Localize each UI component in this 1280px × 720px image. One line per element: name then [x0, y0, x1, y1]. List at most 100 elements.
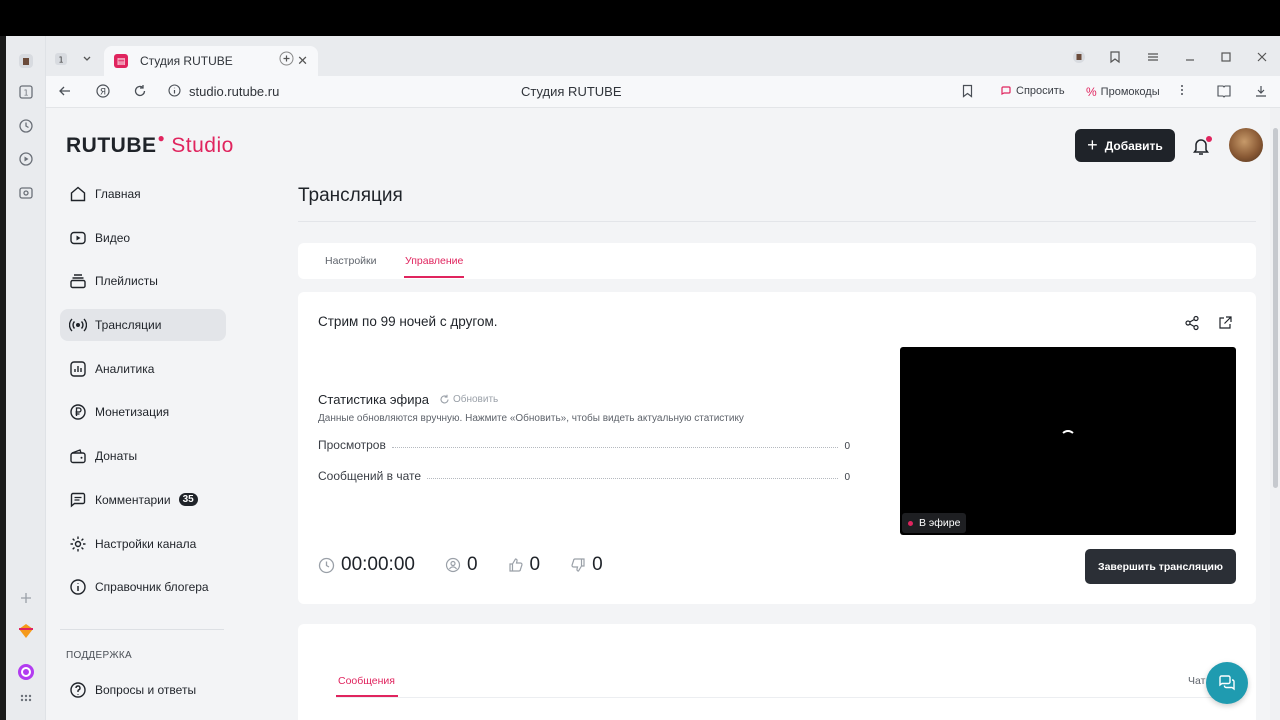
dislikes-value: 0 [592, 554, 603, 575]
svg-text:Я: Я [100, 88, 106, 98]
page-title-center: Студия RUTUBE [521, 84, 622, 99]
likes-counter: 0 [508, 554, 541, 576]
sidebar-item-donations[interactable]: Донаты [60, 440, 226, 472]
window-close-icon[interactable] [1255, 50, 1269, 67]
more-dots-icon[interactable] [17, 689, 35, 707]
tab-title: Студия RUTUBE [140, 54, 233, 68]
refresh-label: Обновить [452, 394, 499, 405]
likes-value: 0 [529, 554, 541, 575]
plus-icon: + [1087, 135, 1098, 155]
percent-icon: % [1086, 85, 1097, 99]
back-arrow-icon[interactable] [58, 84, 72, 101]
promo-button[interactable]: % Промокоды [1086, 85, 1160, 99]
add-panel-icon[interactable] [17, 589, 35, 607]
rutube-studio-logo[interactable]: RUTUBE ● Studio [66, 131, 234, 158]
sidebar-item-label: Настройки канала [95, 536, 197, 551]
browser-tab-row: 1 ▤ Студия RUTUBE ✕ [46, 36, 1280, 76]
help-chat-button[interactable] [1206, 662, 1248, 704]
app-orange-icon[interactable] [17, 622, 35, 640]
notifications-bell-icon[interactable] [1192, 136, 1212, 156]
download-icon[interactable] [1254, 84, 1268, 101]
support-heading: ПОДДЕРЖКА [66, 650, 132, 661]
ruble-icon [68, 402, 88, 422]
refresh-stats-button[interactable]: Обновить [439, 394, 498, 405]
promo-label: Промокоды [1100, 86, 1160, 98]
sidebar-item-label: Плейлисты [95, 274, 158, 289]
live-badge: В эфире [902, 513, 967, 533]
clock-icon [318, 557, 335, 573]
add-button[interactable]: + Добавить [1075, 129, 1175, 162]
faq-section: Вопросы и ответы [60, 674, 226, 718]
sidebar-item-analytics[interactable]: Аналитика [60, 353, 226, 385]
tab-counter-button[interactable]: 1 [54, 52, 68, 69]
scrollbar-thumb[interactable] [1273, 128, 1278, 488]
wallet-icon [68, 446, 88, 466]
history-icon[interactable] [17, 117, 35, 135]
sidebar-item-monetization[interactable]: Монетизация [60, 396, 226, 428]
ask-button[interactable]: Спросить [1000, 85, 1065, 97]
stats-hint: Данные обновляются вручную. Нажмите «Обн… [318, 413, 744, 424]
refresh-icon [440, 394, 449, 404]
video-icon [68, 228, 88, 248]
logo-dot-icon: ● [157, 131, 166, 145]
sidebar-item-label: Монетизация [95, 405, 170, 420]
tab-messages[interactable]: Сообщения [338, 675, 395, 687]
end-broadcast-button[interactable]: Завершить трансляцию [1085, 549, 1236, 584]
page-scrollbar[interactable] [1270, 108, 1280, 720]
url-text[interactable]: studio.rutube.ru [189, 84, 279, 99]
video-player-icon[interactable] [17, 150, 35, 168]
tab-chat[interactable]: Чат [1188, 675, 1205, 687]
reading-mode-icon[interactable] [1216, 84, 1232, 101]
close-tab-icon[interactable]: ✕ [297, 53, 308, 69]
logo-studio: Studio [171, 134, 234, 157]
duration-counter: 00:00:00 [318, 554, 415, 576]
stat-row-views: Просмотров 0 [318, 438, 850, 452]
sidebar-item-blogger-guide[interactable]: Справочник блогера [60, 571, 226, 603]
sidebar-item-faq[interactable]: Вопросы и ответы [60, 674, 226, 706]
menu-icon[interactable] [1146, 50, 1160, 67]
title-divider [298, 221, 1256, 222]
tab-settings[interactable]: Настройки [325, 255, 377, 267]
sidebar-item-label: Аналитика [95, 361, 155, 376]
reload-icon[interactable] [133, 84, 147, 101]
sidebar-item-channel-settings[interactable]: Настройки канала [60, 528, 226, 560]
sidebar-item-broadcasts[interactable]: Трансляции [60, 309, 226, 342]
ask-label: Спросить [1016, 85, 1065, 97]
stat-row-chat-messages: Сообщений в чате 0 [318, 469, 850, 483]
svg-text:1: 1 [23, 89, 28, 98]
stream-title: Стрим по 99 ночей с другом. [318, 314, 498, 329]
minimize-icon[interactable] [1183, 50, 1197, 67]
sidebar-item-playlists[interactable]: Плейлисты [60, 265, 226, 297]
alice-assistant-icon[interactable] [17, 663, 35, 681]
maximize-icon[interactable] [1219, 50, 1233, 67]
tab-management[interactable]: Управление [405, 255, 463, 267]
external-link-icon[interactable] [1217, 315, 1233, 331]
bookmarks-icon[interactable] [1108, 50, 1122, 67]
bookmark-page-icon[interactable] [961, 84, 974, 101]
user-avatar[interactable] [1229, 128, 1263, 162]
add-label: Добавить [1104, 138, 1163, 153]
profile-icon[interactable] [17, 52, 35, 70]
yandex-logo-icon[interactable]: Я [96, 84, 110, 101]
profile-mini-icon[interactable] [1072, 50, 1086, 67]
more-vertical-icon[interactable] [1179, 83, 1185, 100]
dotted-leader [391, 447, 839, 448]
tabs-counter-icon[interactable]: 1 [17, 83, 35, 101]
screenshot-icon[interactable] [17, 184, 35, 202]
duration-value: 00:00:00 [341, 554, 415, 575]
sidebar-item-home[interactable]: Главная [60, 178, 226, 210]
sidebar-item-video[interactable]: Видео [60, 222, 226, 254]
sidebar-item-label: Видео [95, 230, 131, 245]
gear-icon [68, 534, 88, 554]
sidebar-item-label: Справочник блогера [95, 580, 209, 595]
stats-title: Статистика эфира [318, 392, 429, 407]
share-icon[interactable] [1184, 315, 1200, 331]
tab-counter-text: 1 [58, 56, 63, 65]
desktop-top-bar [0, 0, 1280, 36]
sidebar-item-label: Вопросы и ответы [95, 683, 197, 697]
stream-preview-player[interactable]: В эфире [900, 347, 1236, 535]
new-tab-button[interactable] [279, 51, 294, 69]
site-info-icon[interactable] [168, 84, 181, 100]
sidebar-item-comments[interactable]: Комментарии 35 [60, 484, 226, 516]
tab-list-chevron-icon[interactable] [82, 52, 92, 66]
